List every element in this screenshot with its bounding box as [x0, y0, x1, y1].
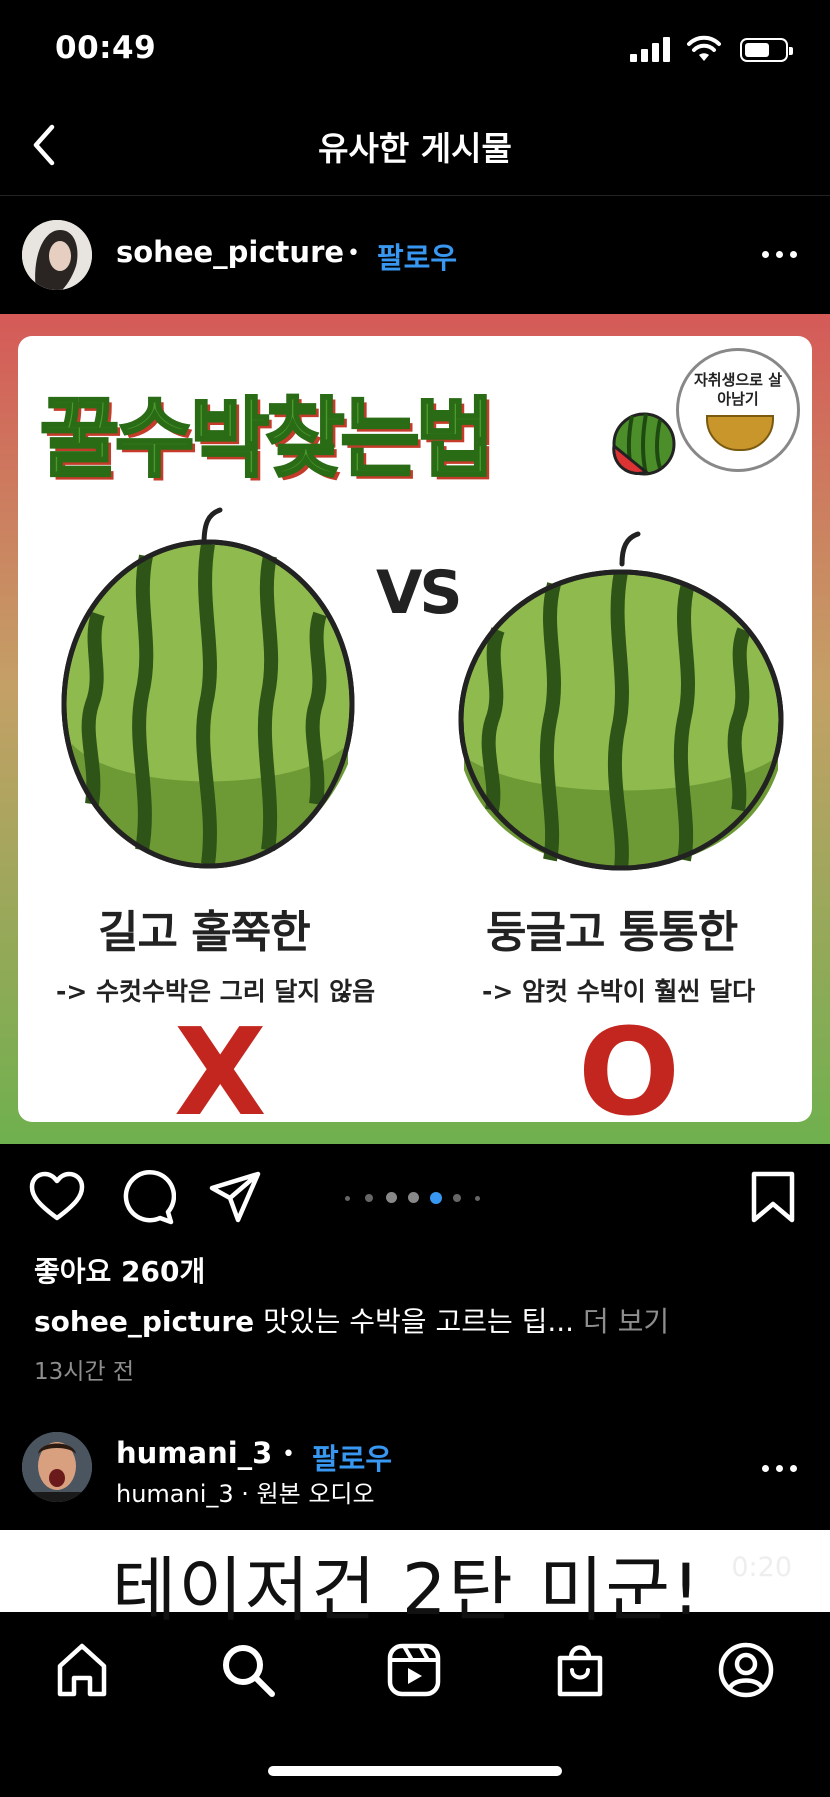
heart-icon[interactable]	[28, 1168, 86, 1226]
long-watermelon-illustration	[61, 507, 355, 869]
avatar[interactable]	[22, 1432, 92, 1502]
left-melon-label: 길고 홀쭉한	[98, 907, 311, 958]
reels-icon[interactable]	[384, 1640, 444, 1700]
wifi-icon	[687, 35, 721, 61]
round-watermelon-illustration	[458, 531, 784, 871]
caption-text: 맛있는 수박을 고르는 팁...	[263, 1305, 575, 1338]
bookmark-icon[interactable]	[744, 1168, 802, 1226]
post-username[interactable]: humani_3	[116, 1436, 272, 1470]
video-duration: 0:20	[731, 1552, 792, 1583]
audio-attribution[interactable]: humani_3 · 원본 오디오	[116, 1474, 375, 1509]
right-melon-sub: -> 암컷 수박이 훨씬 달다	[482, 977, 756, 1006]
watermelon-icon	[612, 412, 676, 476]
header-divider	[0, 195, 830, 196]
home-indicator	[268, 1766, 562, 1776]
home-icon[interactable]	[52, 1640, 112, 1700]
video-preview[interactable]: 테이저건 2탄 미군! 0:20	[0, 1530, 830, 1631]
likes-count[interactable]: 좋아요 260개	[34, 1250, 205, 1290]
post-image[interactable]: 꿀수박찾는법 자취생으로 살아남기 VS 길고 홀쭉한 -> 수컷수박은 그리 …	[0, 314, 830, 1144]
battery-icon	[740, 38, 793, 62]
carousel-indicator	[345, 1190, 485, 1206]
badge-text: 자취생으로 살아남기	[693, 371, 783, 408]
more-options-icon[interactable]	[762, 249, 802, 261]
left-melon-sub: -> 수컷수박은 그리 달지 않음	[56, 977, 376, 1006]
comment-icon[interactable]	[118, 1168, 176, 1226]
share-send-icon[interactable]	[206, 1168, 264, 1226]
search-icon[interactable]	[218, 1640, 278, 1700]
separator-dot: •	[282, 1442, 295, 1467]
badge-logo: 자취생으로 살아남기	[676, 348, 800, 472]
right-melon-label: 둥글고 통통한	[486, 907, 738, 958]
x-mark: X	[174, 1004, 267, 1143]
page-title: 유사한 게시물	[318, 129, 512, 168]
o-mark: O	[578, 1004, 681, 1143]
vs-label: VS	[376, 558, 463, 628]
shop-bag-icon[interactable]	[550, 1640, 610, 1700]
follow-button[interactable]: 팔로우	[312, 1436, 392, 1478]
status-icons	[630, 35, 800, 64]
post-time: 13시간 전	[34, 1359, 135, 1385]
follow-button[interactable]: 팔로우	[377, 235, 457, 277]
separator-dot: •	[347, 241, 360, 266]
profile-icon[interactable]	[716, 1640, 776, 1700]
status-time: 00:49	[55, 30, 157, 66]
more-options-icon[interactable]	[762, 1463, 802, 1475]
caption-more-link[interactable]: 더 보기	[583, 1305, 669, 1338]
post-username[interactable]: sohee_picture	[116, 235, 344, 269]
cellular-signal-icon	[630, 36, 672, 62]
caption-username[interactable]: sohee_picture	[34, 1305, 254, 1338]
caption: sohee_picture 맛있는 수박을 고르는 팁... 더 보기	[34, 1300, 669, 1340]
image-card: 꿀수박찾는법 자취생으로 살아남기 VS 길고 홀쭉한 -> 수컷수박은 그리 …	[18, 336, 812, 1143]
video-caption-text: 테이저건 2탄 미군!	[112, 1549, 702, 1631]
image-title: 꿀수박찾는법	[39, 388, 497, 491]
avatar[interactable]	[22, 220, 92, 290]
